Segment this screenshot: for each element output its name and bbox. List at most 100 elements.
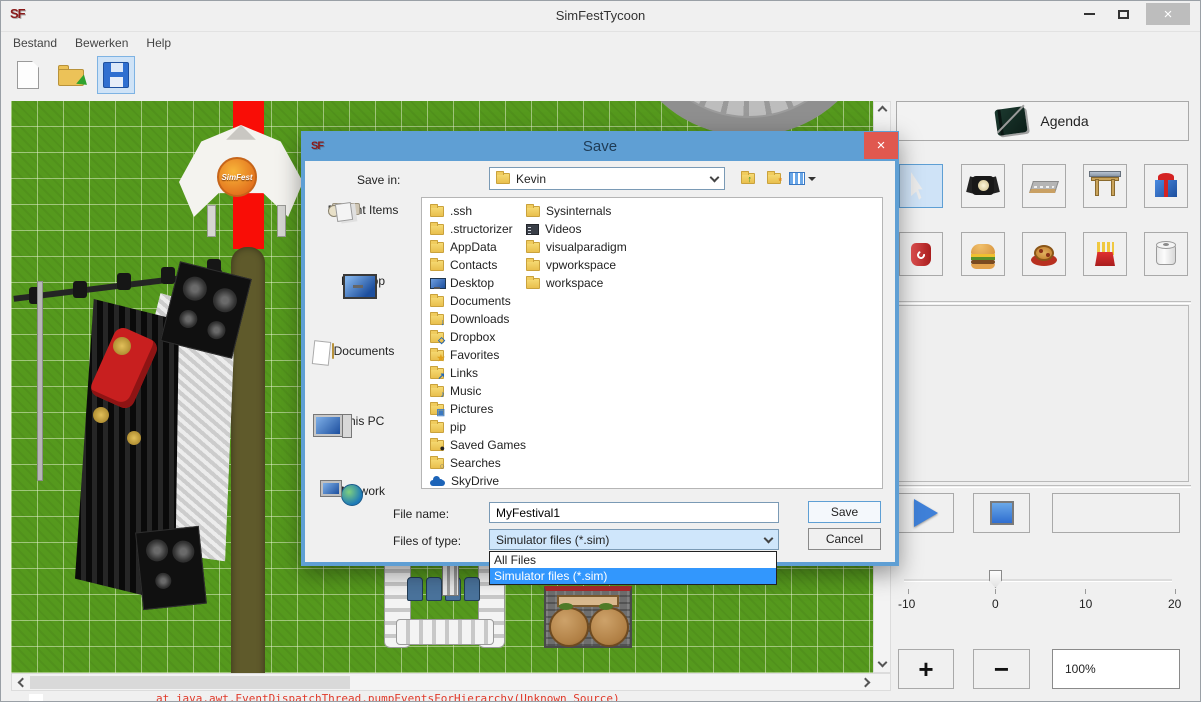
slider-label-10: 10 [1079,597,1092,611]
up-one-level-button[interactable]: ↑ [737,167,759,190]
file-item[interactable]: ★Favorites [430,346,526,364]
pepperoni [1046,253,1050,257]
play-button[interactable] [898,493,954,533]
folder-icon [526,206,540,217]
file-name: vpworkspace [546,258,616,272]
file-item[interactable]: ◇Dropbox [430,328,526,346]
file-name-input[interactable] [489,502,779,523]
slider-tick [1175,589,1176,594]
file-item[interactable]: ↓Downloads [430,310,526,328]
file-item[interactable]: ↗Links [430,364,526,382]
file-item[interactable]: SkyDrive [430,472,526,489]
file-name: workspace [546,276,603,290]
speaker-stack[interactable] [135,526,207,610]
menu-bar: Bestand Bewerken Help [1,31,1200,53]
tool-road-button[interactable] [1022,164,1066,208]
file-list[interactable]: .ssh .structorizer AppData Contacts Desk… [421,197,883,489]
file-item[interactable]: ♪Music [430,382,526,400]
stage-pole [37,281,43,481]
tool-select-button[interactable] [899,164,943,208]
tool-fries-button[interactable] [1083,232,1127,276]
file-item[interactable]: Sysinternals [526,202,627,220]
place-recent-items[interactable]: Recent Items [315,203,411,217]
close-button[interactable]: × [1146,3,1190,25]
film-icon [526,224,539,235]
new-folder-button[interactable]: * [763,167,785,190]
dialog-cancel-button[interactable]: Cancel [808,528,881,550]
file-item[interactable]: pip [430,418,526,436]
agenda-button[interactable]: Agenda [896,101,1189,141]
scroll-up-button[interactable] [874,102,890,118]
dialog-title-bar[interactable]: SF Save × [301,131,899,161]
tool-gate-button[interactable] [1083,164,1127,208]
place-this-pc[interactable]: This PC [315,414,411,428]
place-documents[interactable]: Documents [315,344,411,358]
tool-spotlight-button[interactable] [961,164,1005,208]
open-file-button[interactable] [53,56,91,94]
menu-help[interactable]: Help [144,35,173,53]
minus-icon: − [994,659,1009,679]
folder-icon [430,242,444,253]
note-overlay: ♪ [441,390,446,399]
file-item[interactable]: Videos [526,220,627,238]
dialog-save-button[interactable]: Save [808,501,881,523]
file-item[interactable]: AppData [430,238,526,256]
dropdown-option-all-files[interactable]: All Files [490,552,776,568]
folder-download-icon: ↓ [430,314,444,325]
menu-bewerken[interactable]: Bewerken [73,35,130,53]
title-bar[interactable]: SF SimFestTycoon × [1,1,1200,31]
dropdown-option-sim-files[interactable]: Simulator files (*.sim) [490,568,776,584]
file-item[interactable]: ○Searches [430,454,526,472]
file-item[interactable]: .structorizer [430,220,526,238]
file-name: pip [450,420,466,434]
speed-slider-track[interactable] [904,579,1172,582]
save-in-combobox[interactable]: Kevin [489,167,725,190]
file-item[interactable]: vpworkspace [526,256,627,274]
tool-burger-button[interactable] [961,232,1005,276]
scroll-left-button[interactable] [14,674,30,690]
file-item[interactable]: Documents [430,292,526,310]
minimize-button[interactable] [1074,3,1104,25]
zoom-out-button[interactable]: − [973,649,1030,689]
place-network[interactable]: Network [315,484,411,498]
tool-gift-button[interactable] [1144,164,1188,208]
file-name: Searches [450,456,501,470]
file-item[interactable]: workspace [526,274,627,292]
file-list-column-2: Sysinternals Videos visualparadigm vpwor… [526,202,627,292]
stop-icon [990,501,1014,525]
file-item[interactable]: ●Saved Games [430,436,526,454]
roll-hole [1163,243,1169,246]
zoom-level-field[interactable]: 100% [1052,649,1180,689]
view-menu-button[interactable] [788,167,816,190]
folder-documents-icon [430,296,444,307]
file-item[interactable]: ▣Pictures [430,400,526,418]
zoom-in-button[interactable]: + [898,649,954,689]
folder-icon [430,206,444,217]
scroll-down-button[interactable] [874,654,890,670]
horizontal-scroll-thumb[interactable] [30,676,350,689]
stage-light [117,273,131,290]
save-file-button[interactable] [97,56,135,94]
dialog-close-button[interactable]: × [864,132,898,159]
gate-column [1095,179,1099,196]
new-file-button[interactable] [9,56,47,94]
file-item[interactable]: .ssh [430,202,526,220]
file-type-combobox[interactable]: Simulator files (*.sim) [489,529,779,550]
game-overlay: ● [440,444,445,453]
ride-base [396,619,494,645]
file-item[interactable]: visualparadigm [526,238,627,256]
scroll-right-button[interactable] [857,674,873,690]
file-item[interactable]: Desktop [430,274,526,292]
file-item[interactable]: Contacts [430,256,526,274]
tool-toilet-button[interactable] [1144,232,1188,276]
stop-button[interactable] [973,493,1030,533]
map-horizontal-scrollbar[interactable] [11,673,891,691]
speed-slider-handle[interactable] [989,570,1002,588]
menu-bestand[interactable]: Bestand [11,35,59,53]
place-desktop[interactable]: Desktop [315,274,411,288]
maximize-button[interactable] [1108,3,1138,25]
tool-pizza-button[interactable] [1022,232,1066,276]
tool-trash-button[interactable] [899,232,943,276]
cursor-shape [911,172,931,200]
agenda-notebook-icon [995,106,1028,136]
